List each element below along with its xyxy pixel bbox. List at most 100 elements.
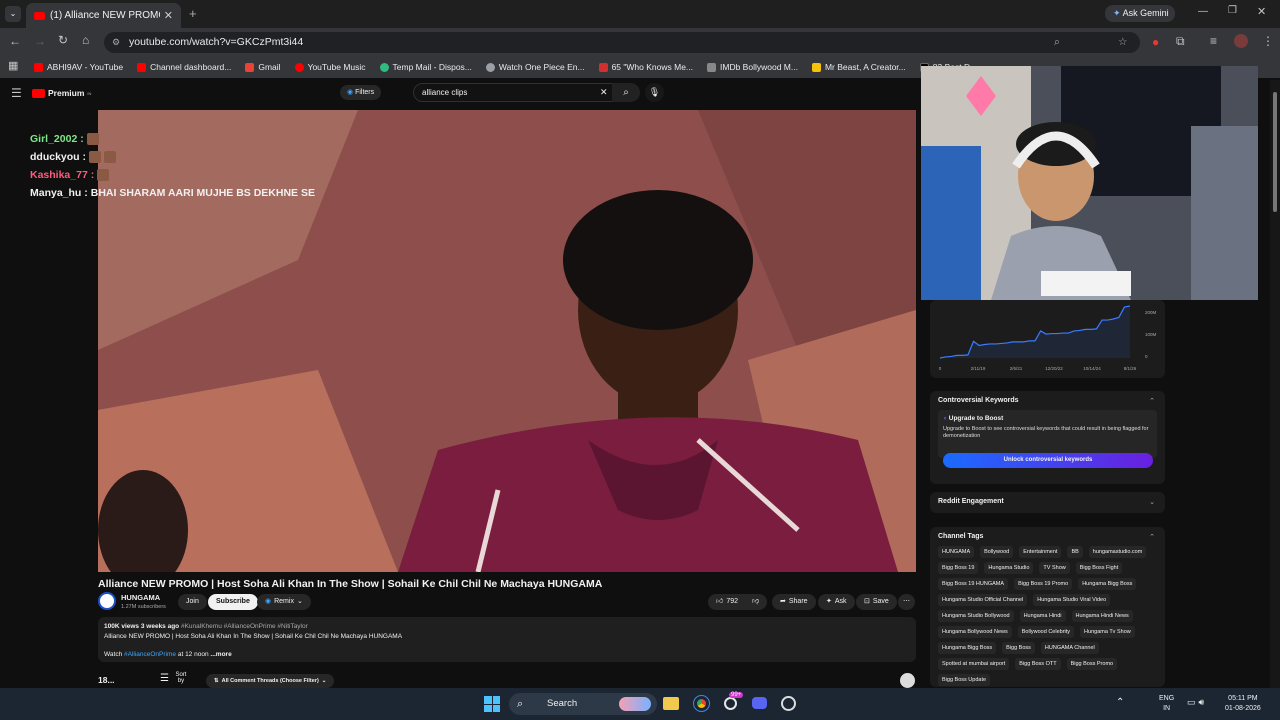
subscribe-button[interactable]: Subscribe <box>208 594 258 610</box>
show-more-link[interactable]: ...more <box>210 651 231 658</box>
file-explorer-icon[interactable] <box>663 697 679 710</box>
address-bar[interactable]: ⚙ youtube.com/watch?v=GKCzPmt3i44 ⌕ ☆ <box>104 32 1140 53</box>
channel-tag[interactable]: Hungama Tv Show <box>1080 626 1135 638</box>
home-icon[interactable]: ⌂ <box>82 33 89 47</box>
ask-gemini-button[interactable]: ✦ Ask Gemini <box>1105 5 1175 22</box>
taskbar-search[interactable]: ⌕ Search <box>509 693 657 715</box>
discord-icon[interactable] <box>752 697 767 709</box>
channel-tag[interactable]: Hungama Bollywood News <box>938 626 1012 638</box>
channel-tag[interactable]: Hungama Hindi News <box>1071 610 1133 622</box>
channel-tag[interactable]: Bigg Boss Update <box>938 674 991 686</box>
dislike-button[interactable]: 👎︎ <box>744 594 768 610</box>
voice-search-button[interactable]: 🎙︎ <box>645 83 664 102</box>
maximize-icon[interactable]: ❐ <box>1228 5 1237 16</box>
channel-tag[interactable]: Hungama Bigg Boss <box>938 642 997 654</box>
channel-tag[interactable]: HUNGAMA Channel <box>1040 642 1099 654</box>
bookmark-item[interactable]: Temp Mail - Dispos... <box>379 62 472 72</box>
channel-tag[interactable]: hungamastudio.com <box>1088 546 1147 558</box>
description-hashtags[interactable]: #KunalKhemu #AllianceOnPrime #NitiTaylor <box>181 623 308 630</box>
remix-button[interactable]: ◉ Remix ⌄ <box>257 594 311 610</box>
channel-tag[interactable]: Bigg Boss <box>1002 642 1035 654</box>
chevron-up-icon[interactable]: ⌃ <box>1149 397 1155 405</box>
clear-search-icon[interactable]: ✕ <box>600 84 608 101</box>
channel-tag[interactable]: Hungama Studio <box>984 562 1034 574</box>
bookmark-star-icon[interactable]: ☆ <box>1118 32 1127 53</box>
bookmark-item[interactable]: 65 "Who Knows Me... <box>598 62 693 72</box>
channel-tag[interactable]: Hungama Studio Official Channel <box>938 594 1028 606</box>
forward-icon[interactable]: → <box>34 34 46 48</box>
reload-icon[interactable]: ↻ <box>58 33 68 47</box>
bookmark-item[interactable]: Gmail <box>245 62 281 72</box>
user-avatar[interactable] <box>900 673 915 688</box>
zoom-icon[interactable]: ⌕ <box>1054 32 1060 53</box>
channel-tag[interactable]: Bigg Boss OTT <box>1015 658 1061 670</box>
ask-button[interactable]: ✦ Ask <box>818 594 855 610</box>
profile-avatar[interactable] <box>1234 34 1248 48</box>
channel-tag[interactable]: Spotted at mumbai airport <box>938 658 1010 670</box>
search-button[interactable]: ⌕ <box>612 83 640 102</box>
hamburger-menu-icon[interactable]: ☰ <box>11 86 22 100</box>
reddit-engagement-panel[interactable]: Reddit Engagement ⌄ <box>930 492 1165 513</box>
channel-tag[interactable]: Bigg Boss Fight <box>1075 562 1123 574</box>
channel-tag[interactable]: Hungama Studio Viral Video <box>1033 594 1111 606</box>
channel-tag[interactable]: BB <box>1067 546 1083 558</box>
channel-tag[interactable]: Bollywood Celebrity <box>1017 626 1075 638</box>
bookmark-item[interactable]: IMDb Bollywood M... <box>707 62 798 72</box>
menu-kebab-icon[interactable]: ⋮ <box>1262 34 1274 48</box>
channel-tag[interactable]: TV Show <box>1039 562 1070 574</box>
bookmark-item[interactable]: ABHI9AV - YouTube <box>34 62 123 72</box>
bookmark-item[interactable]: Watch One Piece En... <box>485 62 585 72</box>
show-hidden-icons[interactable]: ⌃ <box>1116 697 1124 708</box>
channel-tag[interactable]: Entertainment <box>1019 546 1062 558</box>
save-button[interactable]: ⊡ Save <box>856 594 897 610</box>
sort-by-button[interactable]: ☰ Sort by <box>160 672 189 684</box>
video-description[interactable]: 100K views 3 weeks ago #KunalKhemu #Alli… <box>98 617 916 662</box>
channel-tag[interactable]: HUNGAMA <box>938 546 975 558</box>
scrollbar-track[interactable] <box>1270 80 1280 688</box>
tab-active[interactable]: (1) Alliance NEW PROMO | Host ✕ <box>26 3 181 28</box>
apps-grid-icon[interactable]: ▦ <box>8 59 18 72</box>
more-actions-button[interactable]: ⋯ <box>898 594 915 610</box>
back-icon[interactable]: ← <box>9 34 21 48</box>
channel-tag[interactable]: Bollywood <box>980 546 1014 558</box>
media-control-icon[interactable]: ≡ <box>1210 34 1217 48</box>
hashtag-link[interactable]: #AllianceOnPrime <box>124 651 176 658</box>
site-info-icon[interactable]: ⚙ <box>112 32 120 53</box>
search-input[interactable]: alliance clips ✕ <box>413 83 629 102</box>
comment-filter-dropdown[interactable]: ⇅ All Comment Threads (Choose Filter) ⌄ <box>206 674 335 688</box>
filters-button[interactable]: ◉ Filters <box>340 85 382 100</box>
extensions-puzzle-icon[interactable]: ⧉ <box>1176 34 1185 49</box>
channel-avatar[interactable] <box>98 592 116 610</box>
channel-name[interactable]: HUNGAMA <box>121 593 160 602</box>
bookmark-item[interactable]: YouTube Music <box>294 62 366 72</box>
close-tab-icon[interactable]: ✕ <box>164 9 173 22</box>
channel-tag[interactable]: Bigg Boss 19 Promo <box>1014 578 1073 590</box>
channel-tag[interactable]: Hungama Bigg Boss <box>1078 578 1137 590</box>
channel-tag[interactable]: Bigg Boss 19 <box>938 562 979 574</box>
tab-search-icon[interactable]: ⌄ <box>5 6 21 22</box>
chevron-up-icon[interactable]: ⌃ <box>1149 533 1155 541</box>
windows-start-icon[interactable] <box>484 696 500 712</box>
like-button[interactable]: 👍︎ 792 <box>708 594 747 610</box>
bookmark-item[interactable]: Mr Beast, A Creator... <box>811 62 906 72</box>
channel-tag[interactable]: Hungama Studio Bollywood <box>938 610 1014 622</box>
join-button[interactable]: Join <box>178 594 207 610</box>
clock[interactable]: 05:11 PM 01-08-2026 <box>1225 694 1261 714</box>
extension-icon[interactable]: ● <box>1152 35 1159 49</box>
new-tab-icon[interactable]: + <box>189 6 197 21</box>
close-window-icon[interactable]: ✕ <box>1257 5 1266 18</box>
scrollbar-thumb[interactable] <box>1273 92 1277 212</box>
system-tray-icons[interactable]: ▭🔊︎ <box>1187 697 1207 708</box>
share-button[interactable]: ➦ Share <box>772 594 816 610</box>
chrome-icon[interactable] <box>693 695 710 712</box>
obs-icon[interactable] <box>781 696 796 711</box>
language-indicator[interactable]: ENG IN <box>1159 694 1174 714</box>
chevron-down-icon[interactable]: ⌄ <box>1149 498 1155 506</box>
channel-tag[interactable]: Hungama Hindi <box>1019 610 1066 622</box>
youtube-logo[interactable]: Premium IN <box>32 88 91 98</box>
minimize-icon[interactable]: — <box>1198 6 1208 17</box>
channel-tag[interactable]: Bigg Boss 19 HUNGAMA <box>938 578 1009 590</box>
channel-tag[interactable]: Bigg Boss Promo <box>1066 658 1118 670</box>
unlock-keywords-button[interactable]: Unlock controversial keywords <box>943 453 1153 468</box>
bookmark-item[interactable]: Channel dashboard... <box>137 62 231 72</box>
